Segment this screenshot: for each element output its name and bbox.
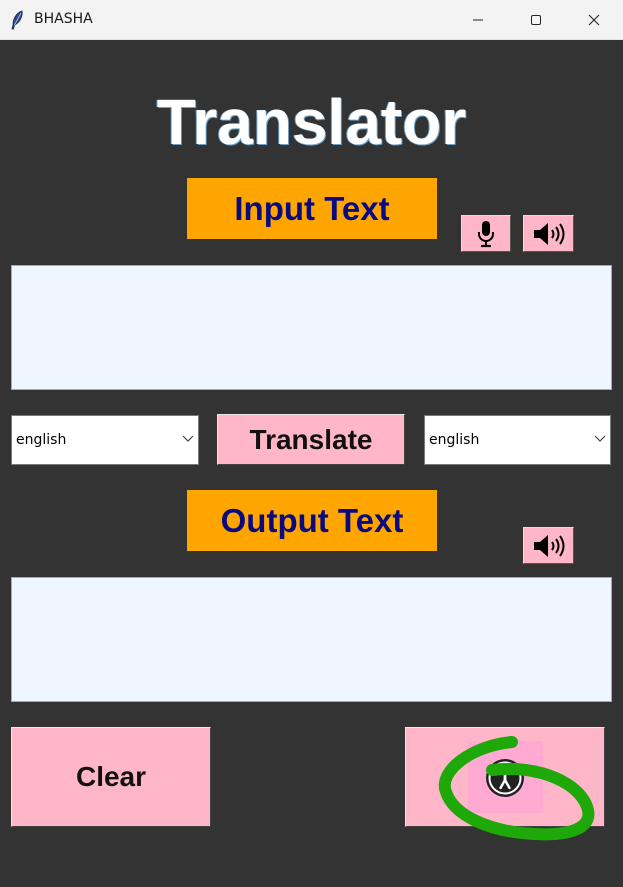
window-title: BHASHA xyxy=(34,11,93,27)
microphone-button[interactable] xyxy=(461,215,511,252)
source-language-value: english xyxy=(16,432,67,448)
title-bar: BHASHA xyxy=(0,0,623,40)
speaker-icon xyxy=(533,222,564,245)
clear-button[interactable]: Clear xyxy=(11,727,211,827)
target-language-select[interactable]: english xyxy=(424,415,611,465)
chevron-down-icon xyxy=(594,435,606,442)
output-text-area[interactable] xyxy=(11,577,612,702)
maximize-button[interactable] xyxy=(507,0,565,40)
output-text-label: Output Text xyxy=(187,490,437,551)
maximize-icon xyxy=(531,15,541,25)
close-icon xyxy=(588,14,600,26)
minimize-icon xyxy=(473,19,483,21)
input-text-label: Input Text xyxy=(187,178,437,239)
translate-button[interactable]: Translate xyxy=(217,414,405,465)
accessibility-icon xyxy=(486,759,524,797)
input-text-area[interactable] xyxy=(11,265,612,390)
source-language-select[interactable]: english xyxy=(11,415,199,465)
target-language-value: english xyxy=(429,432,480,448)
accessibility-button[interactable] xyxy=(405,727,605,827)
minimize-button[interactable] xyxy=(449,0,507,40)
chevron-down-icon xyxy=(182,435,194,442)
feather-icon xyxy=(11,10,23,30)
speak-output-button[interactable] xyxy=(523,527,574,564)
microphone-icon xyxy=(478,220,494,247)
speaker-icon xyxy=(533,534,564,557)
close-button[interactable] xyxy=(565,0,623,40)
page-title: Translator xyxy=(156,86,467,158)
speak-input-button[interactable] xyxy=(523,215,574,252)
